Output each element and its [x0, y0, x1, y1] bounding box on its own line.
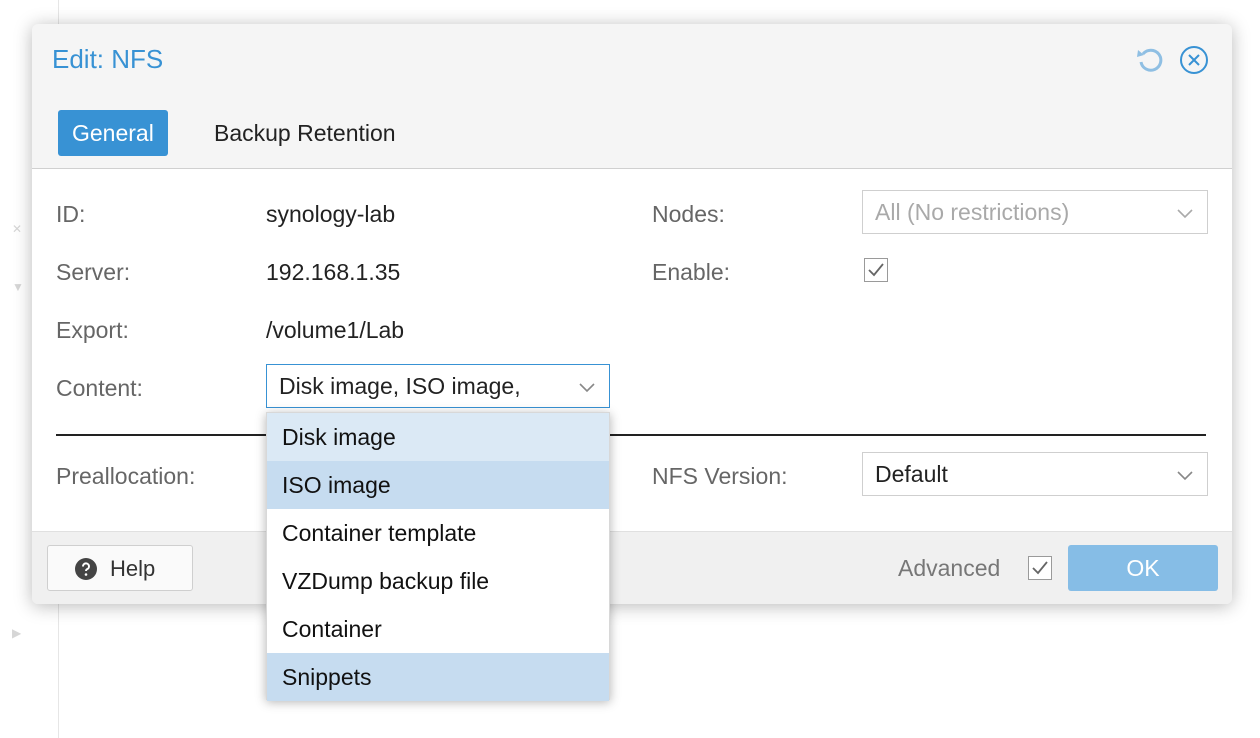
dialog-footer: Help Advanced OK	[32, 531, 1232, 604]
chevron-down-icon	[579, 383, 595, 393]
content-option-container[interactable]: Container	[267, 605, 609, 653]
content-option-disk-image[interactable]: Disk image	[267, 413, 609, 461]
dialog-header: Edit: NFS	[32, 24, 1232, 96]
content-option-snippets[interactable]: Snippets	[267, 653, 609, 701]
nfs-version-label: NFS Version:	[652, 463, 788, 489]
enable-checkbox[interactable]	[864, 258, 888, 282]
id-label: ID:	[56, 201, 86, 227]
nfs-version-value: Default	[875, 461, 948, 487]
content-dropdown-list: Disk image ISO image Container template …	[266, 412, 610, 701]
content-option-iso-image[interactable]: ISO image	[267, 461, 609, 509]
chevron-down-icon	[1177, 471, 1193, 481]
background-caret-icon: ▼	[12, 280, 24, 294]
checkmark-icon	[868, 263, 884, 277]
content-option-container-template[interactable]: Container template	[267, 509, 609, 557]
server-label: Server:	[56, 259, 131, 285]
nodes-select-value: All (No restrictions)	[875, 199, 1070, 225]
background-expand-icon: ▶	[12, 626, 22, 640]
tab-backup-retention[interactable]: Backup Retention	[200, 110, 410, 156]
export-label: Export:	[56, 317, 129, 343]
advanced-separator	[56, 434, 1206, 436]
question-circle-icon	[75, 558, 97, 580]
server-value: 192.168.1.35	[266, 259, 401, 285]
nodes-select[interactable]: All (No restrictions)	[862, 190, 1208, 234]
id-value: synology-lab	[266, 201, 396, 227]
content-label: Content:	[56, 375, 143, 401]
edit-nfs-dialog: Edit: NFS General Backup Retention ID: s…	[32, 24, 1232, 604]
nodes-label: Nodes:	[652, 201, 725, 227]
nfs-version-select[interactable]: Default	[862, 452, 1208, 496]
reset-button[interactable]	[1134, 44, 1166, 76]
preallocation-label: Preallocation:	[56, 463, 196, 489]
content-option-vzdump-backup-file[interactable]: VZDump backup file	[267, 557, 609, 605]
reset-icon	[1137, 48, 1163, 72]
chevron-down-icon	[1177, 209, 1193, 219]
tab-general[interactable]: General	[58, 110, 168, 156]
enable-label: Enable:	[652, 259, 731, 285]
content-select-value: Disk image, ISO image,	[279, 373, 521, 399]
help-button[interactable]: Help	[47, 545, 193, 591]
close-button[interactable]	[1178, 44, 1210, 76]
advanced-checkbox[interactable]	[1028, 556, 1052, 580]
close-circle-icon	[1180, 46, 1208, 74]
advanced-label: Advanced	[898, 555, 1001, 581]
tab-bar: General Backup Retention	[32, 96, 1232, 169]
dialog-title: Edit: NFS	[52, 44, 164, 74]
general-form: ID: synology-lab Server: 192.168.1.35 Ex…	[32, 169, 1232, 531]
export-value: /volume1/Lab	[266, 317, 405, 343]
ok-button[interactable]: OK	[1068, 545, 1218, 591]
content-select[interactable]: Disk image, ISO image,	[266, 364, 610, 408]
background-arrow-icon: ✕	[12, 222, 23, 236]
checkmark-icon	[1032, 561, 1048, 575]
help-label: Help	[110, 556, 156, 581]
